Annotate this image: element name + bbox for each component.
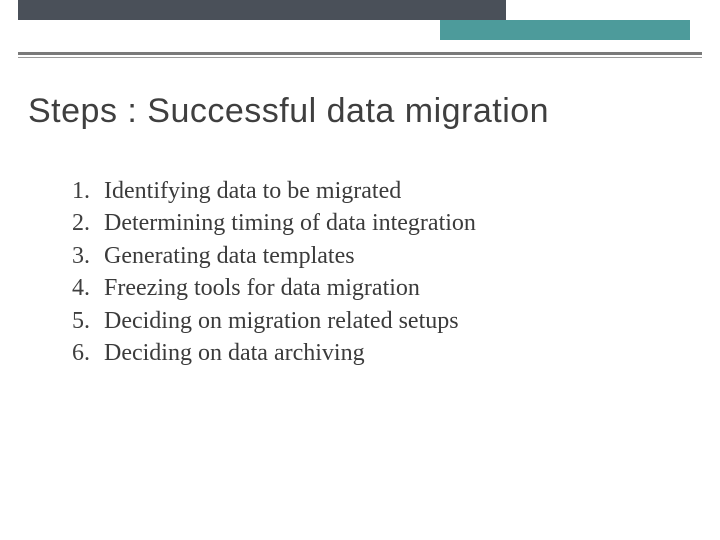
- divider-thick: [18, 52, 702, 55]
- list-item: 6. Deciding on data archiving: [48, 337, 476, 369]
- divider-thin: [18, 57, 702, 58]
- item-number: 3.: [48, 240, 104, 272]
- item-number: 1.: [48, 175, 104, 207]
- list-item: 4. Freezing tools for data migration: [48, 272, 476, 304]
- item-text: Generating data templates: [104, 240, 355, 272]
- steps-list: 1. Identifying data to be migrated 2. De…: [48, 175, 476, 369]
- item-text: Determining timing of data integration: [104, 207, 476, 239]
- list-item: 3. Generating data templates: [48, 240, 476, 272]
- item-number: 5.: [48, 305, 104, 337]
- item-text: Identifying data to be migrated: [104, 175, 401, 207]
- slide: Steps : Successful data migration 1. Ide…: [0, 0, 720, 540]
- slide-title: Steps : Successful data migration: [28, 92, 549, 131]
- list-item: 1. Identifying data to be migrated: [48, 175, 476, 207]
- item-number: 6.: [48, 337, 104, 369]
- item-text: Deciding on data archiving: [104, 337, 365, 369]
- item-number: 4.: [48, 272, 104, 304]
- item-text: Freezing tools for data migration: [104, 272, 420, 304]
- accent-bar-teal: [440, 20, 690, 40]
- list-item: 2. Determining timing of data integratio…: [48, 207, 476, 239]
- item-number: 2.: [48, 207, 104, 239]
- list-item: 5. Deciding on migration related setups: [48, 305, 476, 337]
- item-text: Deciding on migration related setups: [104, 305, 459, 337]
- accent-bar-dark: [18, 0, 506, 20]
